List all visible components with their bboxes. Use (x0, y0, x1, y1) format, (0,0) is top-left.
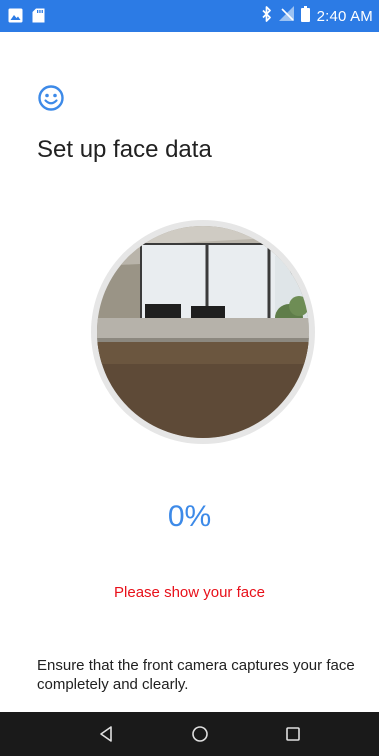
face-prompt: Please show your face (114, 584, 265, 601)
bluetooth-icon (261, 5, 272, 27)
enrollment-progress-text: 0% (167, 500, 212, 533)
camera-feed-image (97, 226, 309, 438)
status-bar: 2:40 AM (0, 0, 379, 32)
camera-preview (91, 220, 315, 444)
sd-card-icon (32, 8, 45, 28)
page-title: Set up face data (37, 136, 212, 163)
back-icon[interactable] (97, 724, 117, 744)
status-right-icons: 2:40 AM (261, 0, 373, 32)
status-time: 2:40 AM (316, 7, 373, 25)
instructions-text: Ensure that the front camera captures yo… (37, 657, 355, 693)
status-left-icons (8, 8, 45, 28)
no-signal-icon (278, 6, 294, 26)
battery-icon (300, 5, 310, 27)
navigation-bar (0, 712, 379, 756)
image-notification-icon (8, 8, 23, 28)
smiley-face-icon (37, 84, 65, 117)
recents-icon[interactable] (283, 724, 303, 744)
home-icon[interactable] (190, 724, 210, 744)
